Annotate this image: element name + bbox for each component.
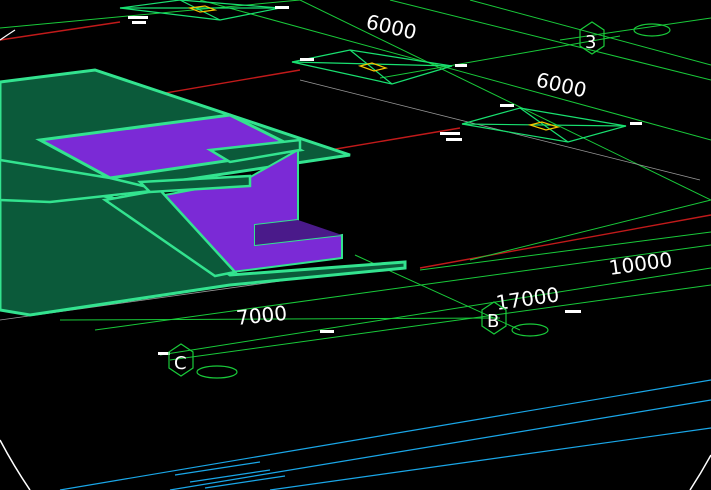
cad-viewport[interactable]: 6000 6000 10000 17000 7000 3 B C — [0, 0, 711, 490]
axis-label: B — [487, 311, 499, 332]
axis-label: 3 — [585, 32, 596, 53]
axis-label: C — [174, 353, 187, 374]
